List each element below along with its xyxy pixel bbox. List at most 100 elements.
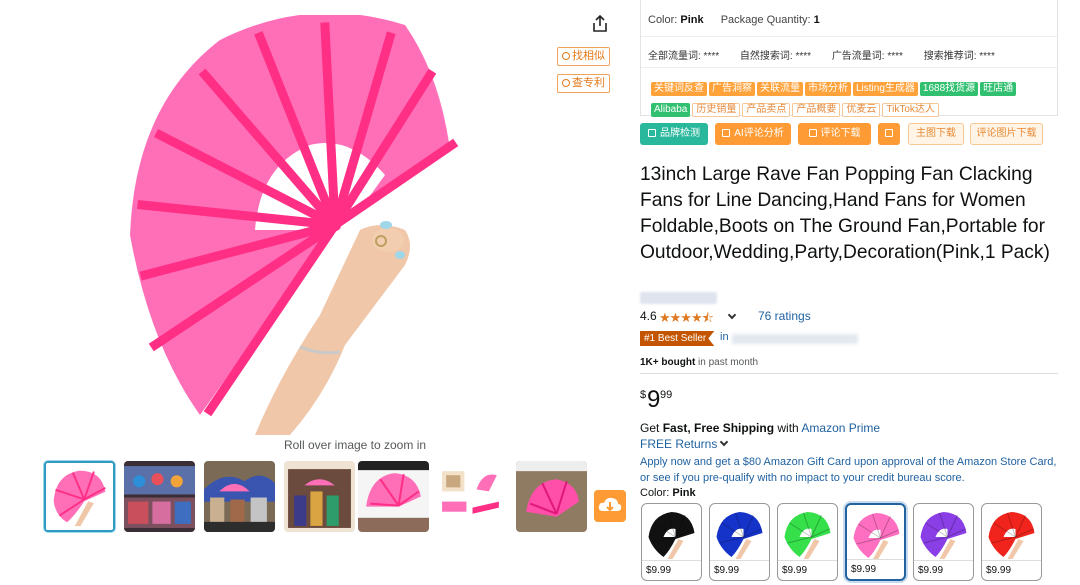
ratings-count-link[interactable]: 76 ratings [758,309,811,323]
download-cloud-icon[interactable] [594,490,626,522]
thumbnail-4[interactable] [284,461,355,532]
share-icon[interactable] [590,14,610,34]
zoom-hint: Roll over image to zoom in [283,438,427,452]
plugin-tag[interactable]: 关键词反查 [651,82,707,96]
bought-in-past-month: 1K+ bought in past month [640,357,758,368]
store-card-offer-link[interactable]: Apply now and get a $80 Amazon Gift Card… [640,454,1060,486]
plugin-tag[interactable]: Listing生成器 [853,82,918,96]
shipping-info: Get Fast, Free Shipping with Amazon Prim… [640,421,880,435]
plugin-tag[interactable]: 广告洞察 [709,82,755,96]
price-currency: $ [640,389,647,401]
divider [641,67,1057,68]
traffic-stat: 自然搜索词: **** [739,51,812,62]
swatch-fan-image [920,512,967,559]
color-swatch-pink[interactable]: $9.99 [845,503,906,581]
chevron-down-icon [720,437,729,447]
thumbnail-5[interactable] [358,461,429,532]
color-swatch-red[interactable]: $9.99 [981,503,1042,581]
swatch-price: $9.99 [914,560,973,580]
shield-icon [648,129,656,137]
color-swatch-blue[interactable]: $9.99 [709,503,770,581]
thumbnail-1[interactable] [44,461,115,532]
comment-icon [808,129,817,137]
swatch-price: $9.99 [710,560,769,580]
swatch-price: $9.99 [778,560,837,580]
free-returns-label: FREE Returns [640,437,718,451]
price-whole: 9 [647,386,661,413]
ai-icon [722,129,731,137]
swatch-price: $9.99 [982,560,1041,580]
qty-label: Package Quantity: [720,14,811,26]
traffic-stats: 全部流量词: **** 自然搜索词: **** 广告流量词: **** 搜索推荐… [648,47,1013,62]
color-swatch-black[interactable]: $9.99 [641,503,702,581]
color-label: Color: [648,14,678,26]
plugin-tag[interactable]: 产品概要 [792,103,841,117]
review-download-button[interactable]: 评论下载 [798,123,871,145]
color-selector-label: Color: Pink [640,487,696,499]
amazon-prime-link[interactable]: Amazon Prime [801,421,880,435]
variation-summary: Color: Pink Package Quantity: 1 [648,14,834,26]
traffic-stat: 全部流量词: **** [648,51,720,62]
plugin-tag[interactable]: TikTok达人 [882,103,939,117]
plugin-tag[interactable]: 产品卖点 [742,103,791,117]
thumbnail-2[interactable] [124,461,195,532]
swatch-price: $9.99 [642,560,701,580]
review-image-download-label: 评论图片下载 [976,128,1037,139]
free-returns-link[interactable]: FREE Returns [640,437,729,451]
color-swatch-green[interactable]: $9.99 [777,503,838,581]
chevron-down-icon[interactable] [727,310,737,320]
plugin-panel: Color: Pink Package Quantity: 1 全部流量词: *… [640,0,1058,117]
thumbnail-3[interactable] [204,461,275,532]
swatch-fan-image [784,512,831,559]
ship-with: with [774,421,802,435]
review-download-label: 评论下载 [820,128,861,139]
check-patent-label: 查专利 [572,77,605,89]
plugin-tag[interactable]: Alibaba [651,103,691,117]
find-similar-label: 找相似 [572,50,605,62]
ai-review-button[interactable]: AI评论分析 [715,123,791,145]
product-title: 13inch Large Rave Fan Popping Fan Clacki… [640,164,1050,263]
thumbnail-7[interactable] [516,461,587,532]
main-product-image[interactable] [130,15,460,435]
color-value: Pink [680,14,704,26]
swatch-fan-image [716,512,763,559]
find-similar-button[interactable]: 找相似 [557,47,610,66]
ship-get: Get [640,421,663,435]
swatch-price: $9.99 [847,559,904,579]
qty-value: 1 [813,14,820,26]
brand-link-redacted[interactable] [640,292,717,304]
main-image-download-label: 主图下载 [916,128,956,139]
bought-count: 1K+ bought [640,357,696,368]
review-image-download-button[interactable]: 评论图片下载 [970,123,1043,145]
bought-period: in past month [695,357,759,368]
patent-icon [562,79,570,87]
calculator-button[interactable] [878,123,900,145]
color-swatch-purple[interactable]: $9.99 [913,503,974,581]
search-icon [562,52,570,60]
brand-check-button[interactable]: 品牌检测 [640,123,708,145]
ship-fast: Fast, Free Shipping [662,421,775,435]
plugin-tag[interactable]: 旺店通 [980,82,1017,96]
traffic-stat: 搜索推荐词: **** [923,51,995,62]
rating-value: 4.6 [640,309,657,323]
color-label: Color: [640,487,670,499]
plugin-tag[interactable]: 历史销量 [692,103,741,117]
best-seller-in: in [720,331,729,343]
price-fraction: 99 [660,389,673,401]
plugin-tag[interactable]: 优麦云 [842,103,881,117]
main-image-download-button[interactable]: 主图下载 [908,123,964,145]
plugin-tag[interactable]: 关联流量 [757,82,803,96]
brand-check-label: 品牌检测 [660,128,700,139]
plugin-tag[interactable]: 市场分析 [805,82,851,96]
category-link-redacted[interactable] [732,334,858,344]
plugin-tag-list: 关键词反查 广告洞察 关联流量 市场分析 Listing生成器 1688找货源 旺店通 Ali… [651,78,1051,120]
traffic-stat: 广告流量词: **** [831,51,903,62]
plugin-tag[interactable]: 1688找货源 [919,82,979,96]
star-rating-icon[interactable]: ★★★★⯪ [659,309,714,331]
swatch-fan-image [648,512,695,559]
check-patent-button[interactable]: 查专利 [557,74,610,93]
thumbnail-6[interactable] [436,461,507,532]
best-seller-badge[interactable]: #1 Best Seller [640,331,715,346]
swatch-fan-image [853,513,900,560]
calculator-icon [885,129,893,137]
